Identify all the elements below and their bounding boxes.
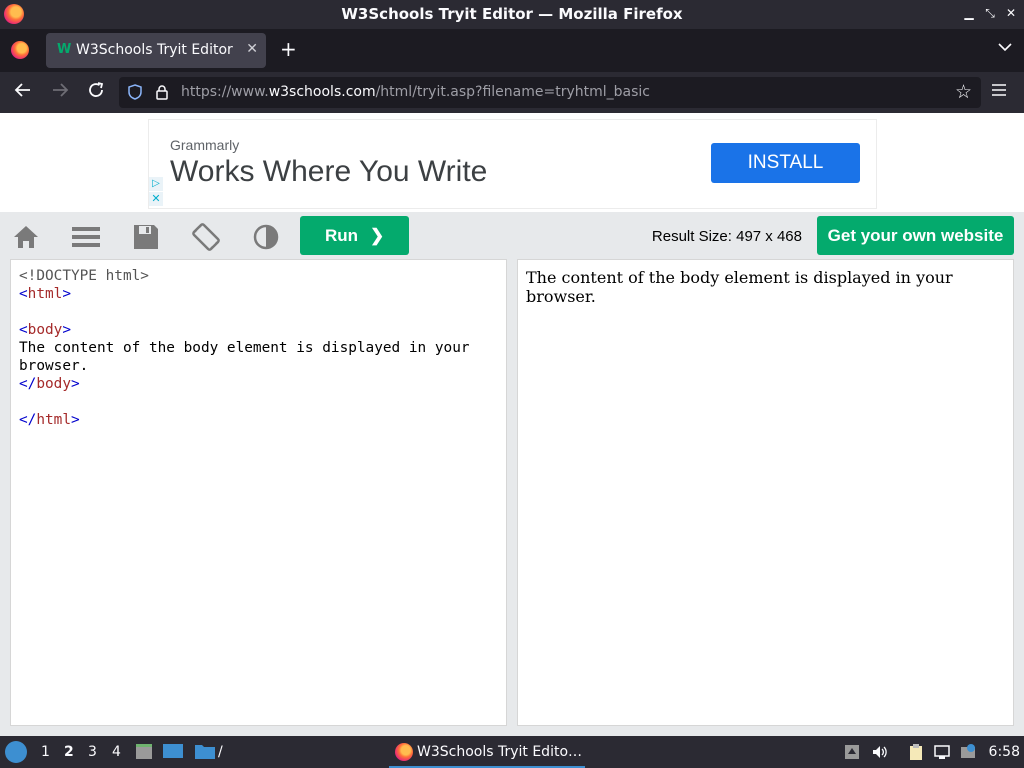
theme-contrast-icon[interactable] (251, 222, 281, 252)
adchoices-icon[interactable]: ▷ (149, 177, 163, 191)
lock-icon[interactable] (155, 84, 169, 100)
minimize-icon[interactable]: ▁ (962, 6, 976, 20)
taskbar: 1 2 3 4 / W3Schools Tryit Edito… 6:58 (0, 736, 1024, 768)
start-menu-icon[interactable] (5, 741, 27, 763)
close-window-icon[interactable]: ✕ (1004, 6, 1018, 20)
grammarly-ad[interactable]: Grammarly Works Where You Write INSTALL … (148, 119, 877, 209)
close-tab-icon[interactable]: ✕ (246, 41, 258, 57)
result-size: Result Size: 497 x 468 (651, 228, 802, 245)
bookmark-star-icon[interactable]: ☆ (955, 81, 972, 103)
new-tab-plus-icon[interactable]: + (280, 37, 297, 61)
volume-icon[interactable] (872, 744, 888, 760)
menu-hamburger-icon[interactable] (991, 82, 1007, 103)
code-bracket: < (19, 286, 28, 302)
window-titlebar: W3Schools Tryit Editor — Mozilla Firefox… (0, 0, 1024, 29)
code-line[interactable]: <html> (19, 285, 71, 303)
code-editor[interactable]: <!DOCTYPE html> <html> <body> The content o… (10, 259, 507, 726)
workspace-3[interactable]: 3 (88, 744, 97, 760)
tab-w3schools[interactable]: W W3Schools Tryit Editor ✕ (46, 33, 266, 68)
ad-brand: Grammarly (170, 137, 240, 153)
code-line[interactable]: browser. (19, 357, 88, 375)
code-line[interactable]: </body> (19, 375, 80, 393)
run-button[interactable]: Run ❯ (300, 216, 409, 255)
code-bracket: </ (19, 376, 37, 392)
code-bracket: </ (19, 412, 37, 428)
rotate-orientation-icon[interactable] (191, 222, 221, 252)
reload-icon[interactable] (87, 81, 105, 104)
folder-path-slash: / (218, 744, 223, 760)
code-bracket: > (70, 412, 80, 428)
code-tag-name: html (36, 412, 71, 428)
url-bar[interactable]: https://www.w3schools.com/html/tryit.asp… (119, 77, 981, 108)
code-doctype: <!DOCTYPE html> (19, 268, 149, 284)
code-bracket: > (70, 376, 80, 392)
run-arrow-icon: ❯ (370, 226, 385, 245)
code-tag-name: body (27, 322, 63, 338)
menu-icon[interactable] (71, 222, 101, 252)
code-tag-name: body (36, 376, 71, 392)
url-text[interactable]: https://www.w3schools.com/html/tryit.asp… (181, 84, 650, 100)
w3schools-favicon-icon: W (57, 42, 72, 57)
tracking-shield-icon[interactable] (128, 84, 142, 100)
code-text: The content of the body element is displ… (19, 340, 470, 356)
notification-icon[interactable] (960, 744, 976, 760)
forward-arrow-icon[interactable] (51, 81, 69, 104)
ad-close-icon[interactable]: ✕ (149, 192, 163, 206)
page-content: Grammarly Works Where You Write INSTALL … (0, 113, 1024, 736)
restore-icon[interactable]: ⤡ (983, 6, 997, 20)
get-your-own-website-button[interactable]: Get your own website (817, 216, 1014, 255)
workspace-4[interactable]: 4 (112, 744, 121, 760)
run-label: Run (325, 226, 359, 245)
code-line[interactable]: <body> (19, 321, 71, 339)
folder-icon[interactable] (194, 742, 216, 762)
network-icon[interactable] (934, 744, 950, 760)
result-text: The content of the body element is displ… (526, 268, 953, 306)
home-icon[interactable] (11, 222, 41, 252)
tab-bar: W W3Schools Tryit Editor ✕ + (0, 29, 1024, 72)
code-text: browser. (19, 358, 89, 374)
ad-strip: Grammarly Works Where You Write INSTALL … (0, 113, 1024, 212)
tab-list-chevron-icon[interactable] (998, 40, 1012, 56)
code-line[interactable]: <!DOCTYPE html> (19, 267, 149, 285)
clipboard-icon[interactable] (908, 744, 924, 760)
ad-headline: Works Where You Write (170, 155, 488, 188)
code-bracket: > (62, 322, 71, 338)
window-title: W3Schools Tryit Editor — Mozilla Firefox (341, 5, 683, 23)
code-bracket: > (62, 286, 71, 302)
result-frame[interactable]: The content of the body element is displ… (517, 259, 1014, 726)
code-bracket: < (19, 322, 28, 338)
workspace-1[interactable]: 1 (41, 744, 50, 760)
save-icon[interactable] (131, 222, 161, 252)
clock: 6:58 (988, 744, 1020, 760)
code-tag-name: html (27, 286, 63, 302)
back-arrow-icon[interactable] (14, 81, 32, 104)
code-line[interactable]: The content of the body element is displ… (19, 339, 470, 357)
tab-label: W3Schools Tryit Editor (76, 42, 233, 58)
file-manager-icon[interactable] (134, 742, 154, 762)
updates-icon[interactable] (844, 744, 860, 760)
firefox-task-icon (395, 743, 413, 761)
firefox-view-icon[interactable] (11, 41, 29, 59)
code-line[interactable]: </html> (19, 411, 80, 429)
workspace-2[interactable]: 2 (64, 744, 74, 760)
navigation-bar: https://www.w3schools.com/html/tryit.asp… (0, 72, 1024, 113)
taskbar-task-label: W3Schools Tryit Edito… (417, 744, 583, 760)
taskbar-firefox-task[interactable]: W3Schools Tryit Edito… (389, 736, 585, 768)
ad-install-button[interactable]: INSTALL (711, 143, 860, 183)
desktop-icon[interactable] (162, 742, 184, 762)
